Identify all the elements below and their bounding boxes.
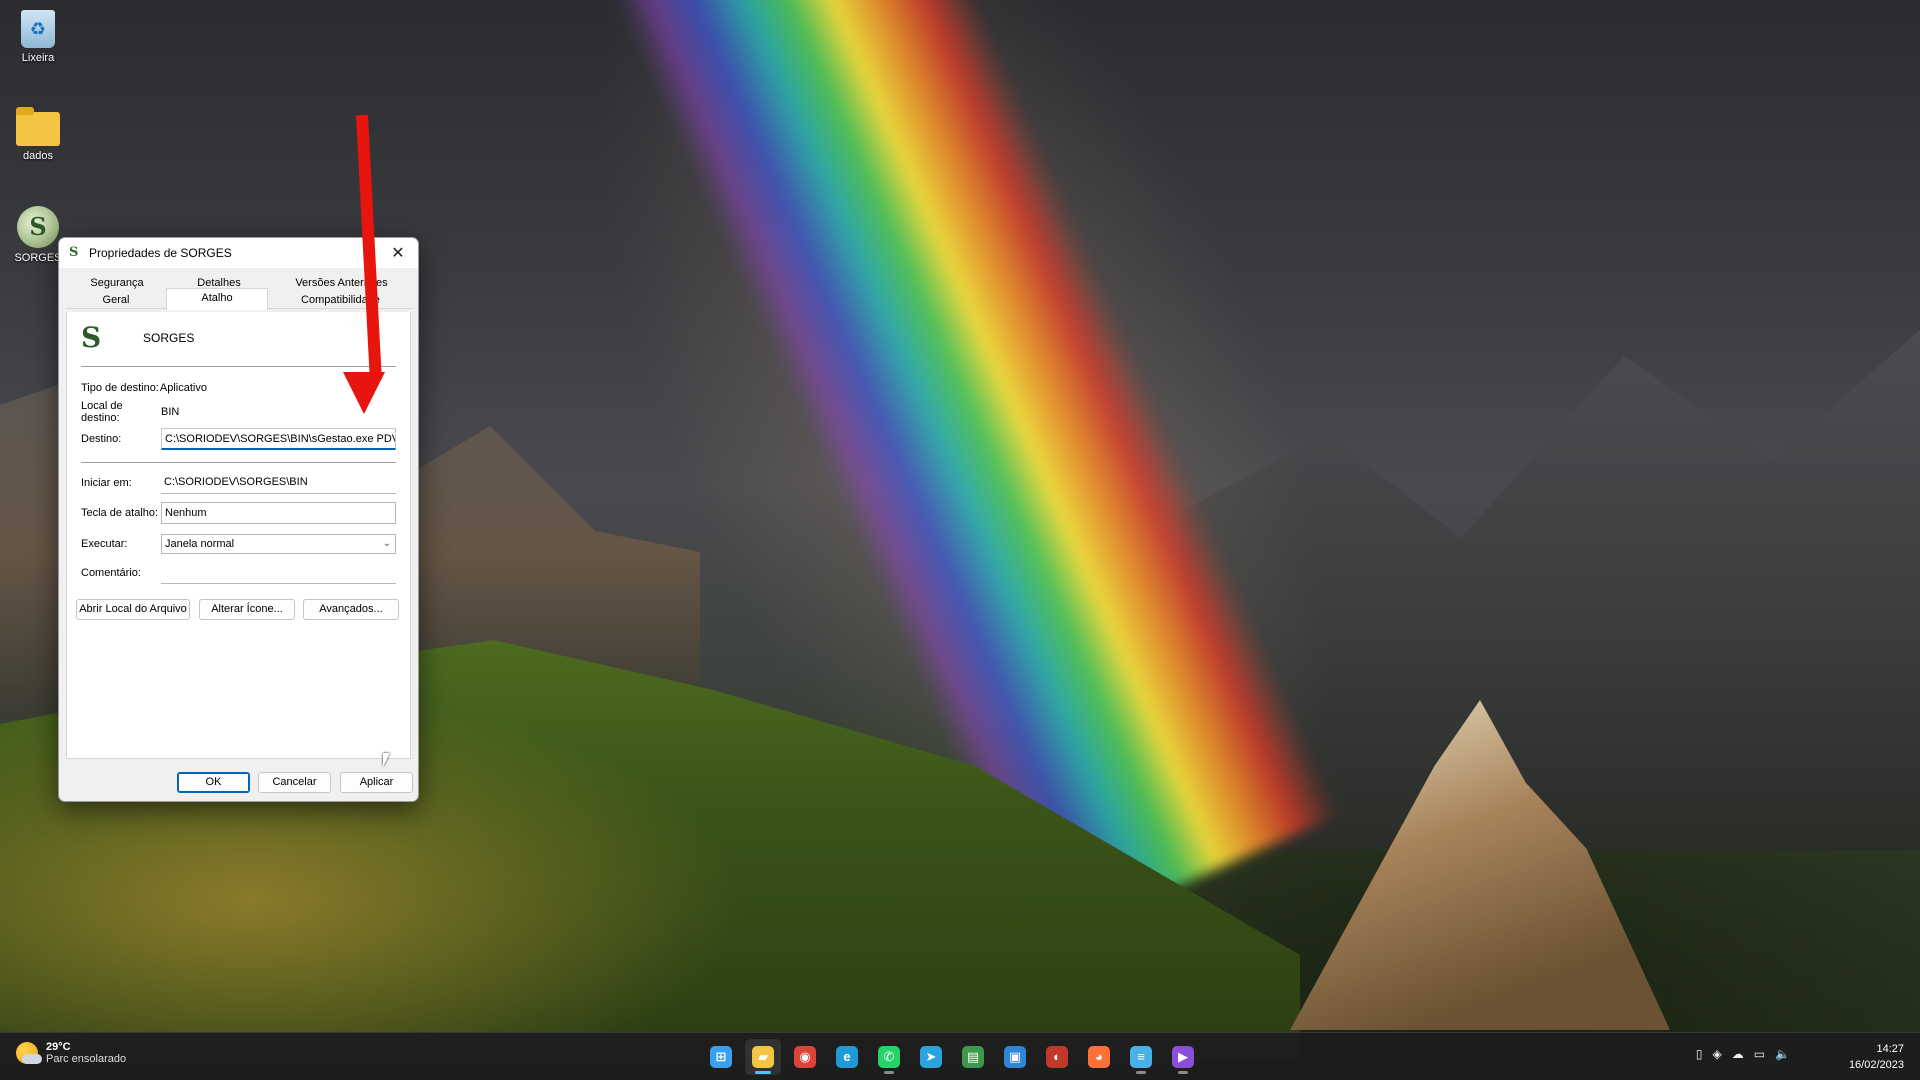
divider [81, 462, 396, 463]
taskbar: 29°C Parc ensolarado ⊞ ▰ ◉ e ✆ ➤ ▤ ▣ ◐ ◕ ≡ ▶ ▯ ◈ ☁ … [0, 1032, 1920, 1080]
taskbar-app-notepad[interactable]: ≡ [1123, 1039, 1159, 1075]
taskbar-app-edge[interactable]: e [829, 1039, 865, 1075]
weather-widget[interactable]: 29°C Parc ensolarado [16, 1041, 126, 1065]
taskbar-app-clipchamp[interactable]: ▶ [1165, 1039, 1201, 1075]
tecla-atalho-field[interactable]: Nenhum [161, 502, 396, 524]
taskbar-app-app-red[interactable]: ◐ [1039, 1039, 1075, 1075]
taskbar-app-telegram[interactable]: ➤ [913, 1039, 949, 1075]
properties-dialog: S Propriedades de SORGES ✕ Segurança Det… [58, 237, 419, 802]
taskbar-app-whatsapp[interactable]: ✆ [871, 1039, 907, 1075]
volume-icon[interactable]: 🔈 [1775, 1047, 1790, 1061]
running-indicator [755, 1071, 771, 1074]
notepad-icon: ≡ [1130, 1046, 1152, 1068]
executar-label: Executar: [81, 538, 128, 550]
red-arrow-head [343, 372, 385, 414]
clock-time: 14:27 [1876, 1043, 1904, 1055]
comentario-label: Comentário: [81, 567, 141, 579]
video-editor-icon: ▶ [1172, 1046, 1194, 1068]
executar-value: Janela normal [165, 538, 235, 550]
avancados-button[interactable]: Avançados... [303, 599, 399, 620]
tab-atalho[interactable]: Atalho [166, 288, 268, 310]
tab-versoes-anteriores[interactable]: Versões Anteriores [270, 274, 413, 292]
app-blue-icon: ▣ [1004, 1046, 1026, 1068]
dialog-title: Propriedades de SORGES [89, 246, 232, 260]
desktop-icon-label: dados [23, 150, 53, 162]
tab-compatibilidade[interactable]: Compatibilidade [268, 291, 413, 309]
taskbar-app-start[interactable]: ⊞ [703, 1039, 739, 1075]
tab-geral[interactable]: Geral [66, 291, 166, 309]
windows-start-icon: ⊞ [710, 1046, 732, 1068]
alterar-icone-button[interactable]: Alterar Ícone... [199, 599, 295, 620]
row-iniciar-em: Iniciar em: C:\SORIODEV\SORGES\BIN [81, 472, 396, 494]
clock-date: 16/02/2023 [1848, 1059, 1904, 1071]
row-executar: Executar: Janela normal ⌄ [81, 534, 396, 554]
weather-temp: 29°C [46, 1041, 71, 1053]
executar-select[interactable]: Janela normal ⌄ [161, 534, 396, 554]
destino-field[interactable]: C:\SORIODEV\SORGES\BIN\sGestao.exe PDV [161, 428, 396, 450]
iniciar-em-label: Iniciar em: [81, 477, 132, 489]
running-indicator [884, 1071, 894, 1074]
ok-button[interactable]: OK [177, 772, 250, 793]
tipo-destino-label: Tipo de destino: [81, 382, 159, 394]
usb-icon[interactable]: ▯ [1696, 1047, 1703, 1061]
divider [81, 366, 396, 367]
destino-label: Destino: [81, 433, 122, 445]
close-button[interactable]: ✕ [378, 238, 418, 268]
taskbar-apps: ⊞ ▰ ◉ e ✆ ➤ ▤ ▣ ◐ ◕ ≡ ▶ [700, 1039, 1204, 1075]
app-name: SORGES [143, 331, 195, 345]
iniciar-em-field[interactable]: C:\SORIODEV\SORGES\BIN [161, 472, 396, 494]
running-indicator [1178, 1071, 1188, 1074]
edge-icon: e [836, 1046, 858, 1068]
cancelar-button[interactable]: Cancelar [258, 772, 331, 793]
sorges-app-icon [17, 206, 59, 248]
whatsapp-icon: ✆ [878, 1046, 900, 1068]
spreadsheet-icon: ▤ [962, 1046, 984, 1068]
partly-sunny-icon [16, 1042, 42, 1064]
running-indicator [1136, 1071, 1146, 1074]
recycle-bin-icon [21, 10, 55, 48]
aplicar-button[interactable]: Aplicar [340, 772, 413, 793]
comentario-field[interactable] [161, 562, 396, 584]
desktop-icon-recycle-bin[interactable]: Lixeira [0, 10, 76, 64]
system-tray: ▯ ◈ ☁ ▭ 🔈 [1696, 1047, 1790, 1061]
chevron-down-icon: ⌄ [382, 538, 392, 549]
sorges-app-icon: S [81, 321, 102, 354]
tipo-destino-value: Aplicativo [159, 382, 207, 394]
desktop-icon-dados[interactable]: dados [0, 107, 76, 162]
sorges-app-icon: S [69, 245, 79, 260]
chrome-icon: ◉ [794, 1046, 816, 1068]
abrir-local-button[interactable]: Abrir Local do Arquivo [76, 599, 190, 620]
mouse-cursor-icon [383, 753, 390, 767]
taskbar-app-app-blue[interactable]: ▣ [997, 1039, 1033, 1075]
taskbar-app-sheet[interactable]: ▤ [955, 1039, 991, 1075]
desktop-icon-label: Lixeira [21, 52, 55, 64]
row-destino: Destino: C:\SORIODEV\SORGES\BIN\sGestao.… [81, 428, 396, 450]
telegram-icon: ➤ [920, 1046, 942, 1068]
local-destino-label: Local de destino: [81, 400, 123, 424]
close-icon: ✕ [391, 245, 405, 262]
folder-icon [16, 107, 60, 146]
local-destino-value: BIN [161, 406, 180, 418]
app-header: S SORGES [67, 312, 410, 364]
weather-desc: Parc ensolarado [46, 1053, 127, 1065]
tab-seguranca[interactable]: Segurança [66, 274, 168, 292]
tecla-atalho-label: Tecla de atalho: [81, 507, 159, 519]
firefox-icon: ◕ [1088, 1046, 1110, 1068]
onedrive-icon[interactable]: ☁ [1732, 1047, 1744, 1061]
file-explorer-icon: ▰ [752, 1046, 774, 1068]
clock[interactable]: 14:27 16/02/2023 [1849, 1041, 1904, 1073]
tab-strip: Segurança Detalhes Versões Anteriores Ge… [66, 272, 413, 312]
taskbar-app-chrome[interactable]: ◉ [787, 1039, 823, 1075]
network-icon[interactable]: ▭ [1754, 1047, 1765, 1061]
row-tecla-atalho: Tecla de atalho: Nenhum [81, 502, 396, 524]
taskbar-app-explorer[interactable]: ▰ [745, 1039, 781, 1075]
taskbar-app-firefox[interactable]: ◕ [1081, 1039, 1117, 1075]
app-red-icon: ◐ [1046, 1046, 1068, 1068]
row-comentario: Comentário: [81, 562, 396, 584]
security-icon[interactable]: ◈ [1712, 1047, 1721, 1061]
